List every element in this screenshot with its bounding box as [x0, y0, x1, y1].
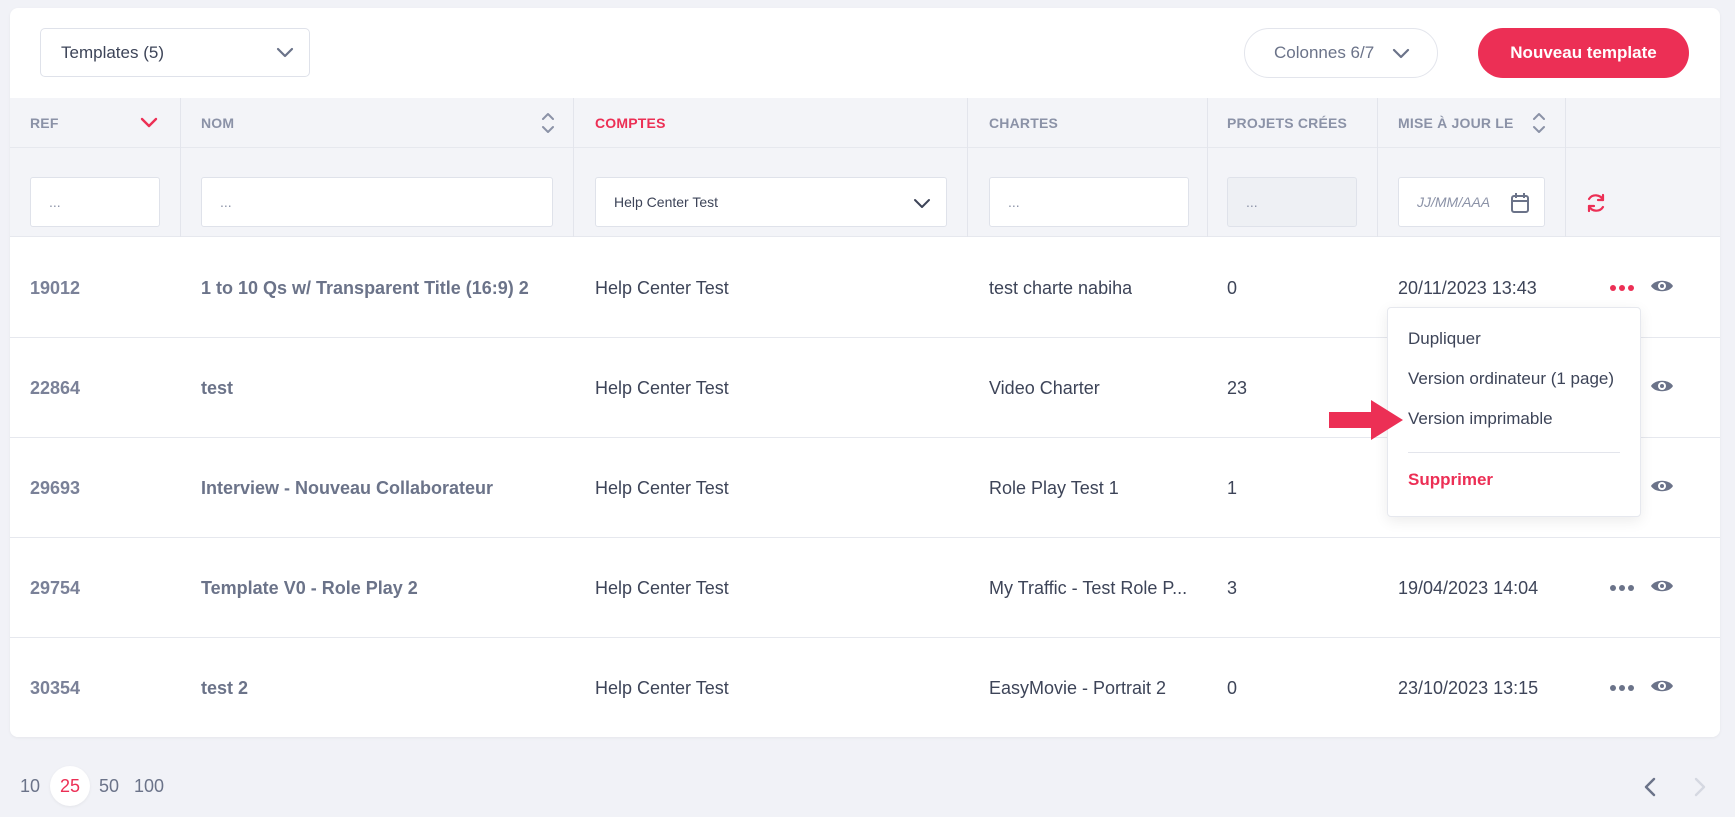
- menu-item-version-ordinateur[interactable]: Version ordinateur (1 page): [1408, 369, 1614, 389]
- templates-select[interactable]: Templates (5): [40, 28, 310, 77]
- more-dots-icon[interactable]: [1610, 578, 1634, 598]
- header-ref[interactable]: REF: [30, 98, 59, 148]
- date-filter-input[interactable]: JJ/MM/AAA: [1398, 177, 1545, 227]
- column-divider: [180, 98, 181, 237]
- templates-select-label: Templates (5): [61, 42, 164, 62]
- comptes-filter-value: Help Center Test: [614, 194, 719, 210]
- eye-icon[interactable]: [1650, 476, 1674, 496]
- ref-filter-input[interactable]: ...: [30, 177, 160, 227]
- cell-projets: 1: [1227, 477, 1238, 498]
- chartes-filter-input[interactable]: ...: [989, 177, 1189, 227]
- header-chartes[interactable]: CHARTES: [989, 98, 1058, 148]
- eye-icon[interactable]: [1650, 676, 1674, 696]
- eye-icon[interactable]: [1650, 276, 1674, 296]
- header-chartes-label: CHARTES: [989, 115, 1059, 131]
- cell-compte: Help Center Test: [595, 377, 729, 398]
- projets-filter-input: ...: [1227, 177, 1357, 227]
- cell-nom[interactable]: 1 to 10 Qs w/ Transparent Title (16:9) 2: [201, 238, 561, 338]
- cell-date: 19/04/2023 14:04: [1398, 577, 1539, 598]
- header-comptes-label: COMPTES: [595, 115, 666, 131]
- cell-ref: 29754: [30, 577, 81, 598]
- header-nom-label: NOM: [201, 115, 235, 131]
- ref-filter-placeholder: ...: [49, 194, 61, 210]
- eye-icon[interactable]: [1650, 376, 1674, 396]
- column-divider: [1565, 98, 1566, 237]
- sort-desc-icon[interactable]: [138, 112, 160, 132]
- comptes-filter-select[interactable]: Help Center Test: [595, 177, 947, 227]
- menu-item-dupliquer[interactable]: Dupliquer: [1408, 329, 1481, 349]
- columns-button-label: Colonnes 6/7: [1274, 43, 1375, 62]
- column-divider: [1207, 98, 1208, 237]
- cell-nom[interactable]: Interview - Nouveau Collaborateur: [201, 438, 561, 538]
- cell-charte: test charte nabiha: [989, 277, 1133, 298]
- chevron-right-icon[interactable]: [1690, 776, 1710, 798]
- cell-projets: 23: [1227, 377, 1248, 398]
- table-header: REF NOM COMPTES CHARTES PROJETS CRÉES MI…: [10, 98, 1720, 148]
- menu-item-supprimer[interactable]: Supprimer: [1408, 470, 1493, 490]
- columns-button[interactable]: Colonnes 6/7: [1244, 28, 1438, 78]
- cell-ref: 22864: [30, 377, 81, 398]
- row-actions-menu: Dupliquer Version ordinateur (1 page) Ve…: [1387, 307, 1641, 517]
- cell-projets: 0: [1227, 677, 1238, 698]
- table-row[interactable]: 29754 Template V0 - Role Play 2 Help Cen…: [10, 538, 1720, 638]
- chartes-filter-placeholder: ...: [1008, 194, 1020, 210]
- column-divider: [1377, 98, 1378, 237]
- nom-filter-placeholder: ...: [220, 194, 232, 210]
- chevron-left-icon[interactable]: [1640, 776, 1660, 798]
- header-comptes[interactable]: COMPTES: [595, 98, 666, 148]
- header-projets[interactable]: PROJETS CRÉES: [1227, 98, 1347, 148]
- page-size-10[interactable]: 10: [20, 776, 40, 796]
- cell-ref: 19012: [30, 277, 81, 298]
- calendar-icon[interactable]: [1510, 192, 1530, 214]
- header-nom[interactable]: NOM: [201, 98, 234, 148]
- cell-compte: Help Center Test: [595, 577, 729, 598]
- chevron-down-icon: [914, 199, 930, 208]
- cell-nom[interactable]: test: [201, 338, 561, 438]
- cell-charte: Video Charter: [989, 377, 1100, 398]
- column-divider: [573, 98, 574, 237]
- cell-ref: 30354: [30, 677, 81, 698]
- column-divider: [967, 98, 968, 237]
- cell-ref: 29693: [30, 477, 81, 498]
- menu-item-version-imprimable[interactable]: Version imprimable: [1408, 409, 1553, 429]
- cell-nom[interactable]: Template V0 - Role Play 2: [201, 538, 561, 638]
- header-maj-label: MISE À JOUR LE: [1398, 115, 1514, 131]
- projets-filter-placeholder: ...: [1246, 194, 1258, 210]
- cell-compte: Help Center Test: [595, 477, 729, 498]
- cell-projets: 0: [1227, 277, 1238, 298]
- filter-row: ... ... Help Center Test ... ... JJ/MM/A…: [10, 148, 1720, 237]
- cell-compte: Help Center Test: [595, 677, 729, 698]
- page-size-50[interactable]: 50: [99, 776, 119, 796]
- cell-date: 23/10/2023 13:15: [1398, 677, 1539, 698]
- more-dots-icon[interactable]: [1610, 678, 1634, 698]
- header-ref-label: REF: [30, 115, 59, 131]
- arrow-right-icon: [1329, 400, 1403, 440]
- chevron-down-icon: [1392, 48, 1410, 59]
- new-template-label: Nouveau template: [1510, 43, 1657, 62]
- cell-charte: Role Play Test 1: [989, 477, 1119, 498]
- cell-charte: My Traffic - Test Role P...: [989, 577, 1188, 598]
- table-row[interactable]: 30354 test 2 Help Center Test EasyMovie …: [10, 638, 1720, 737]
- more-dots-icon[interactable]: [1610, 278, 1634, 298]
- refresh-icon[interactable]: [1585, 192, 1607, 214]
- date-filter-placeholder: JJ/MM/AAA: [1417, 194, 1491, 210]
- cell-projets: 3: [1227, 577, 1238, 598]
- new-template-button[interactable]: Nouveau template: [1478, 28, 1689, 78]
- chevron-down-icon: [276, 47, 294, 58]
- page-size-100[interactable]: 100: [134, 776, 164, 796]
- nom-filter-input[interactable]: ...: [201, 177, 553, 227]
- header-projets-label: PROJETS CRÉES: [1227, 115, 1348, 131]
- cell-compte: Help Center Test: [595, 277, 729, 298]
- header-maj[interactable]: MISE À JOUR LE: [1398, 98, 1514, 148]
- menu-divider: [1408, 452, 1620, 453]
- sort-icon[interactable]: [539, 110, 557, 136]
- cell-charte: EasyMovie - Portrait 2: [989, 677, 1167, 698]
- eye-icon[interactable]: [1650, 576, 1674, 596]
- sort-icon[interactable]: [1530, 110, 1548, 136]
- cell-nom[interactable]: test 2: [201, 638, 561, 737]
- page-size-25[interactable]: 25: [50, 766, 90, 806]
